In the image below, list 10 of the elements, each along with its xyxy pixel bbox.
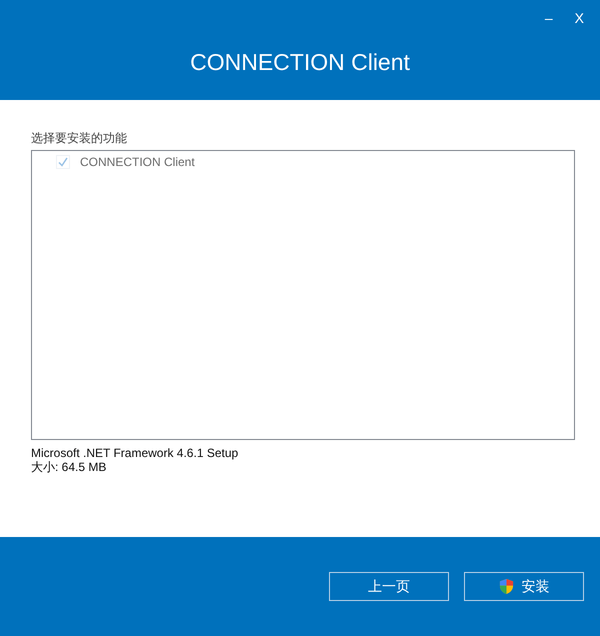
shield-icon — [498, 578, 514, 595]
minimize-button[interactable]: – — [540, 8, 557, 28]
back-button[interactable]: 上一页 — [329, 572, 449, 601]
close-button[interactable]: X — [570, 8, 588, 28]
info-text: Microsoft .NET Framework 4.6.1 Setup — [31, 446, 240, 460]
feature-label: CONNECTION Client — [80, 155, 195, 169]
window-title: CONNECTION Client — [190, 48, 410, 76]
features-label: 选择要安装的功能 — [31, 130, 128, 147]
install-button[interactable]: 安装 — [464, 572, 584, 601]
info-text: 大小: 64.5 MB — [31, 460, 108, 474]
